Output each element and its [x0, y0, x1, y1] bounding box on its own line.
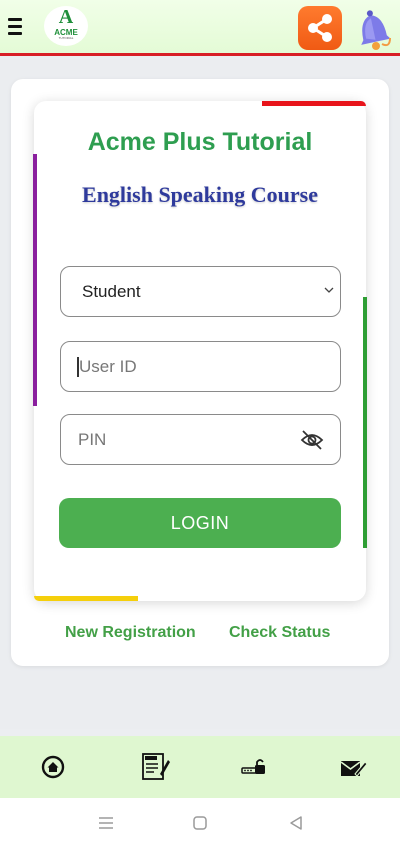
pin-input[interactable]: PIN: [60, 414, 341, 465]
user-id-placeholder: User ID: [79, 357, 137, 376]
logo-letter: A: [58, 6, 74, 28]
back-icon[interactable]: [286, 813, 306, 833]
share-icon: [308, 14, 332, 42]
accent-bar-yellow: [34, 596, 138, 601]
home-system-icon[interactable]: [190, 813, 210, 833]
top-app-bar: A ACME TUTORIAL: [0, 0, 400, 56]
lock-password-icon: [241, 759, 265, 774]
mail-edit-icon: [340, 761, 368, 777]
notification-button[interactable]: [352, 4, 394, 52]
share-button[interactable]: [298, 6, 342, 50]
test-clipboard-icon: [142, 753, 170, 780]
accent-bar-red: [262, 101, 366, 106]
logo-subtext: TUTORIAL: [58, 36, 74, 40]
bottom-navigation: [0, 736, 400, 798]
bell-icon: [361, 10, 391, 50]
nav-password[interactable]: [240, 752, 268, 782]
check-status-link[interactable]: Check Status: [229, 624, 330, 642]
new-registration-link[interactable]: New Registration: [65, 624, 196, 642]
chevron-down-icon: [324, 287, 334, 293]
system-navigation-bar: [0, 798, 400, 847]
login-button[interactable]: LOGIN: [59, 498, 341, 548]
eye-off-icon[interactable]: [300, 429, 324, 451]
home-icon: [41, 755, 65, 779]
nav-test[interactable]: [140, 752, 172, 782]
role-select[interactable]: Student: [60, 266, 341, 317]
accent-bar-green: [363, 297, 367, 548]
app-logo: A ACME TUTORIAL: [44, 6, 88, 46]
pin-placeholder: PIN: [78, 430, 107, 449]
role-select-value: Student: [82, 282, 141, 301]
hamburger-icon[interactable]: [8, 18, 22, 36]
user-id-input[interactable]: User ID: [60, 341, 341, 392]
recent-apps-icon[interactable]: [96, 813, 116, 833]
nav-home[interactable]: [38, 752, 68, 782]
brand-title: Acme Plus Tutorial: [87, 128, 313, 156]
course-title: English Speaking Course: [82, 182, 318, 207]
nav-messages[interactable]: [338, 752, 368, 782]
